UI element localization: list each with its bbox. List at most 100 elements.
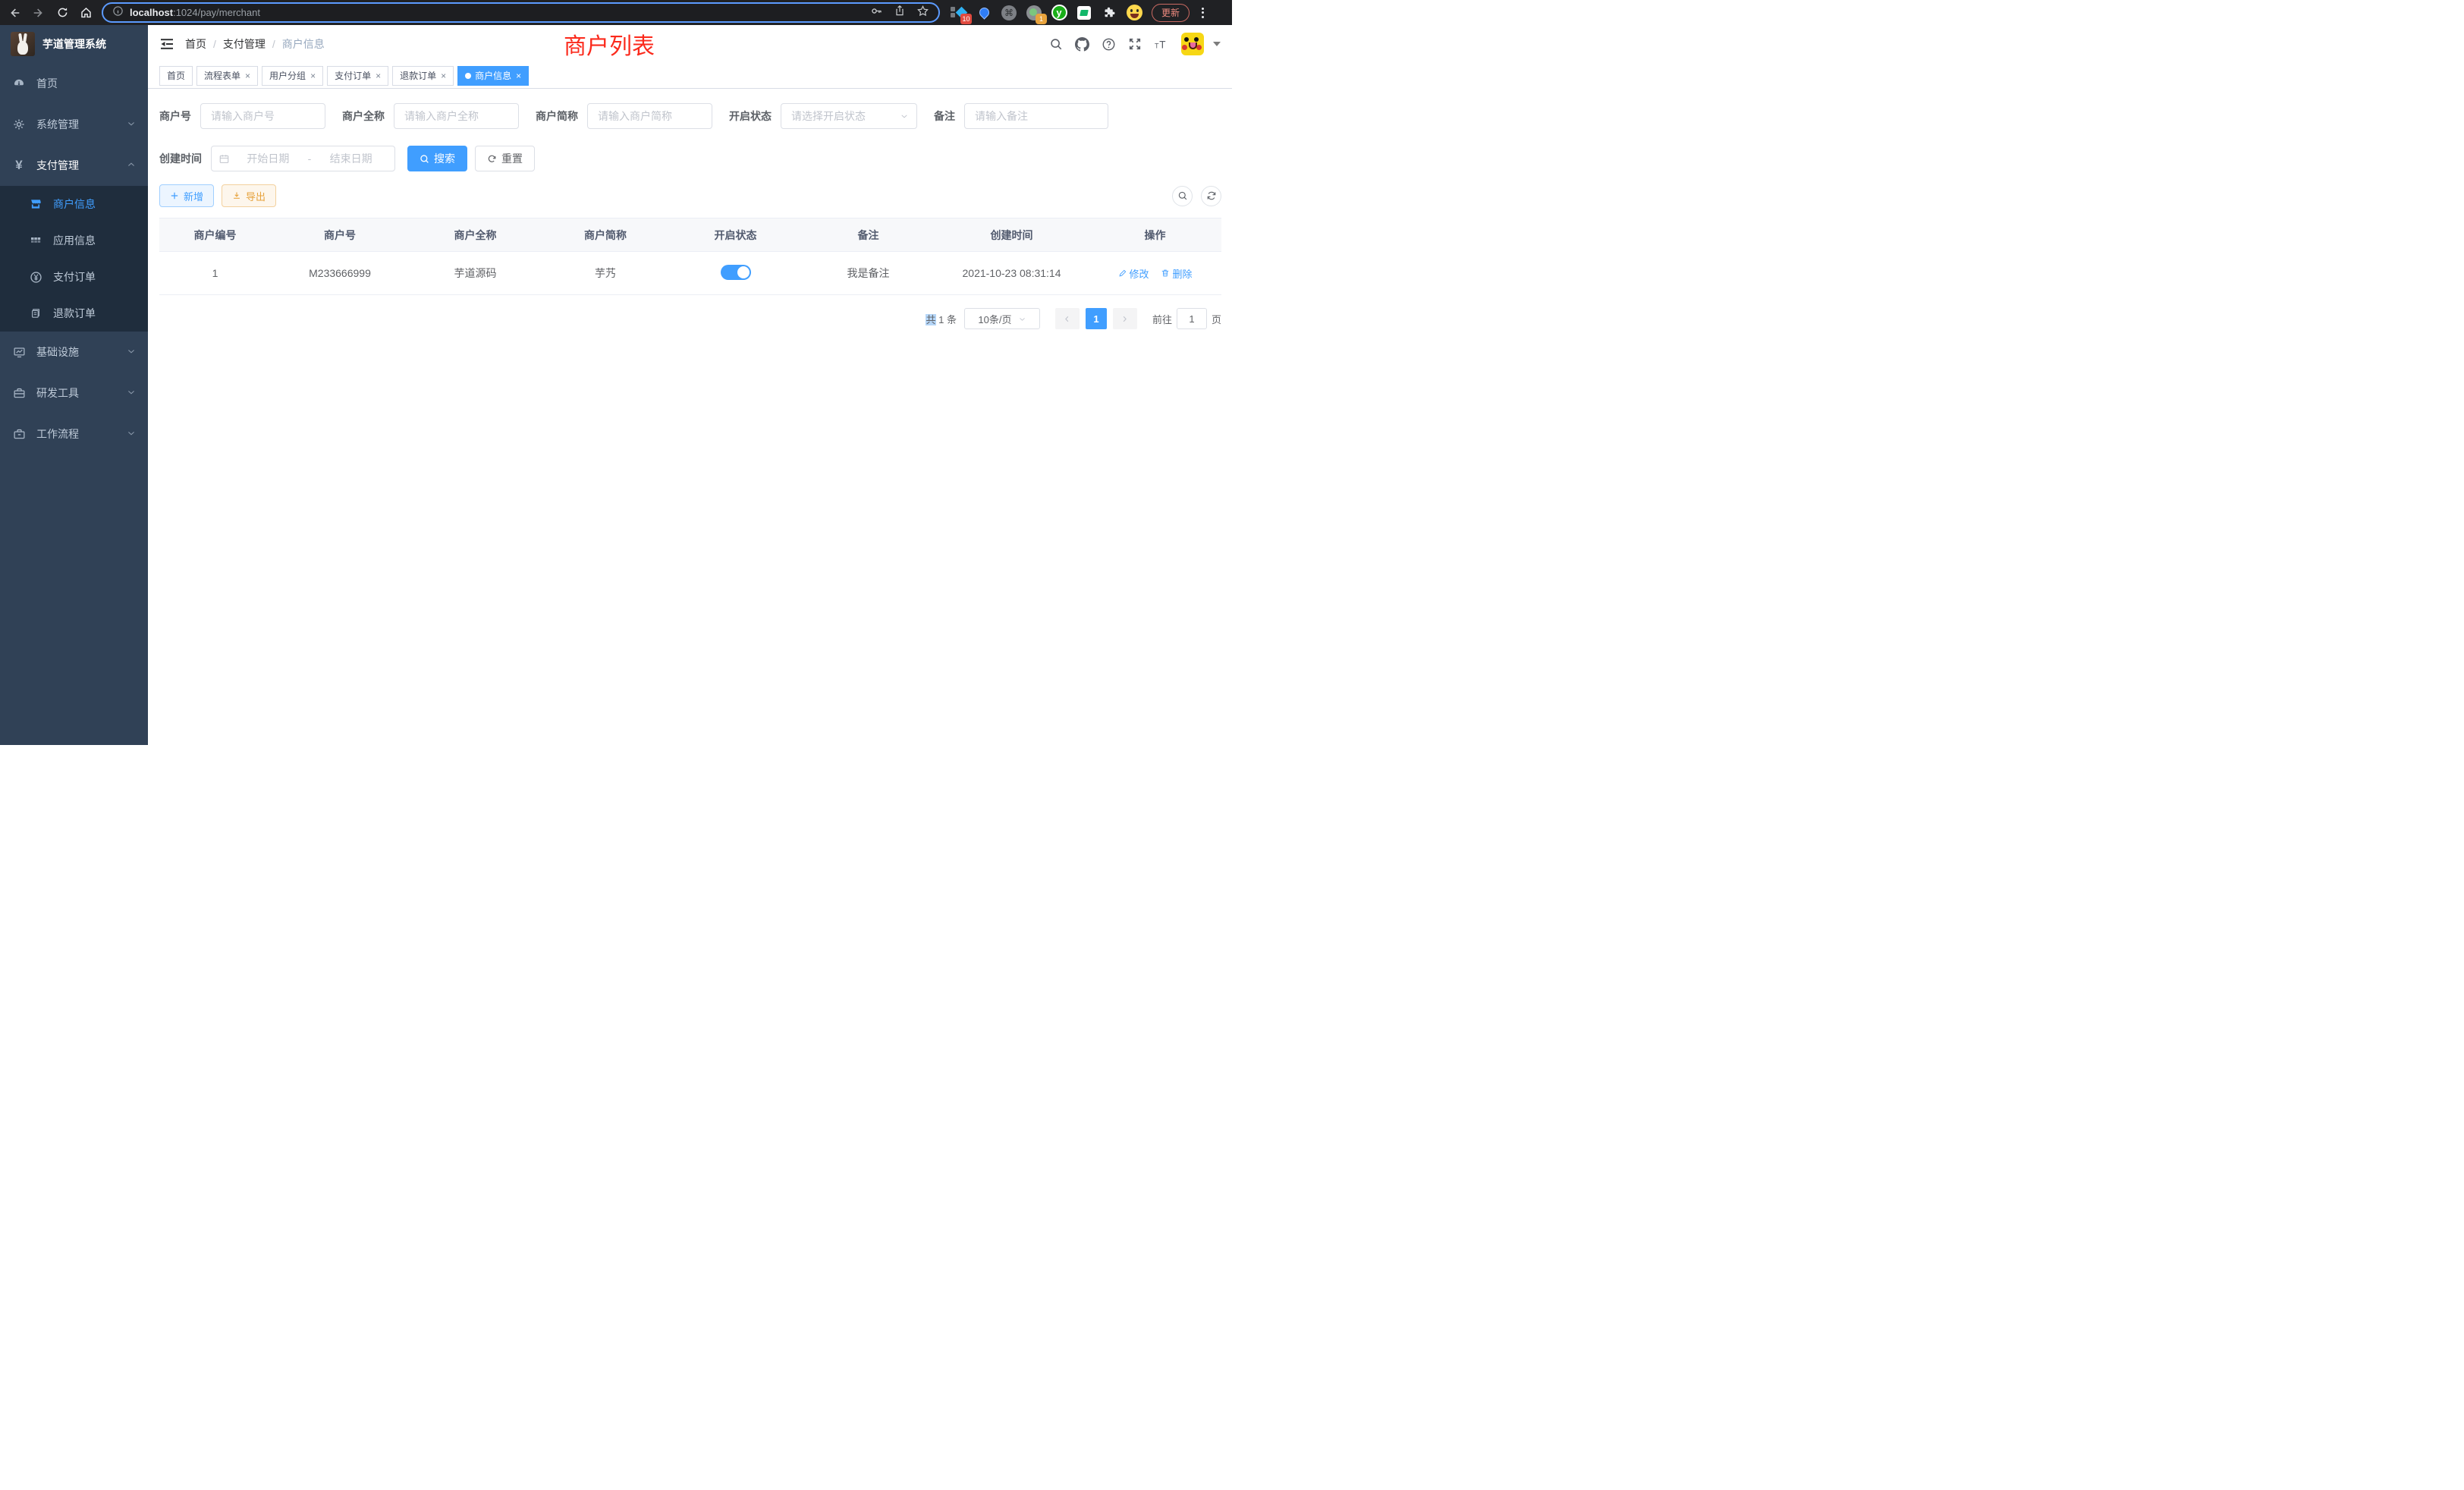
chevron-down-icon	[1018, 315, 1026, 323]
delete-link[interactable]: 删除	[1161, 266, 1192, 281]
filter-label: 商户全称	[342, 108, 394, 124]
password-key-icon[interactable]	[870, 5, 883, 21]
url-path: :1024/pay/merchant	[173, 7, 260, 18]
close-icon[interactable]: ×	[245, 71, 250, 81]
profile-avatar-icon[interactable]	[1126, 5, 1142, 21]
merchant-no-input[interactable]	[200, 103, 325, 129]
sidebar-item-merchant-info[interactable]: 商户信息	[0, 186, 148, 222]
annotation-overlay-title: 商户列表	[564, 27, 655, 61]
goto-page-input[interactable]	[1177, 308, 1207, 329]
full-name-input[interactable]	[394, 103, 519, 129]
export-button[interactable]: 导出	[222, 184, 276, 207]
close-icon[interactable]: ×	[516, 71, 521, 81]
trash-icon	[1161, 269, 1170, 278]
sidebar-item-pay-order[interactable]: 支付订单	[0, 259, 148, 295]
close-icon[interactable]: ×	[376, 71, 381, 81]
extension-command-icon[interactable]: ⌘	[1001, 5, 1017, 21]
chevron-down-icon	[127, 387, 136, 399]
status-select[interactable]: 请选择开启状态	[781, 103, 917, 129]
col-header: 商户简称	[542, 218, 669, 252]
create-time-range-picker[interactable]: 开始日期 - 结束日期	[211, 146, 395, 171]
extension-y-icon[interactable]: y	[1051, 5, 1067, 21]
close-icon[interactable]: ×	[310, 71, 316, 81]
col-header: 备注	[802, 218, 935, 252]
tab-home[interactable]: 首页	[159, 66, 193, 86]
header-search-icon[interactable]	[1049, 37, 1063, 51]
share-icon[interactable]	[894, 5, 906, 20]
breadcrumb-payment[interactable]: 支付管理	[223, 36, 266, 52]
font-size-icon[interactable]: TT	[1154, 37, 1169, 51]
search-button[interactable]: 搜索	[407, 146, 467, 171]
extension-recorder-icon[interactable]: 1	[1026, 5, 1042, 21]
browser-chrome: localhost:1024/pay/merchant 10 ⌘ 1 y 更新	[0, 0, 1232, 25]
edit-link[interactable]: 修改	[1118, 266, 1149, 281]
cell-full-name: 芋道源码	[409, 252, 542, 295]
sidebar-item-payment[interactable]: ¥ 支付管理	[0, 145, 148, 186]
extension-chat-icon[interactable]	[1076, 5, 1092, 21]
page-size-select[interactable]: 10条/页	[964, 308, 1040, 329]
gear-icon	[12, 118, 26, 130]
app-logo[interactable]: 芋道管理系统	[0, 25, 148, 63]
next-page-button[interactable]	[1113, 308, 1137, 329]
close-icon[interactable]: ×	[441, 71, 446, 81]
breadcrumb: 首页 / 支付管理 / 商户信息	[185, 36, 325, 52]
browser-back-icon[interactable]	[8, 6, 21, 20]
browser-reload-icon[interactable]	[56, 6, 69, 19]
breadcrumb-current: 商户信息	[282, 36, 325, 52]
sidebar-fold-icon[interactable]	[159, 36, 174, 52]
browser-forward-icon[interactable]	[32, 6, 46, 20]
sidebar-item-label: 首页	[36, 76, 58, 91]
filter-label: 开启状态	[729, 108, 781, 124]
pen-icon	[1118, 269, 1127, 278]
yen-icon: ¥	[12, 158, 26, 173]
cell-merchant-no: M233666999	[271, 252, 409, 295]
tab-user-group[interactable]: 用户分组×	[262, 66, 323, 86]
tab-process-form[interactable]: 流程表单×	[196, 66, 258, 86]
pagination: 共 1 条 10条/页 1 前往 页	[159, 308, 1221, 329]
extension-pin-icon[interactable]	[976, 5, 992, 21]
avatar-caret-icon[interactable]	[1213, 42, 1221, 46]
github-icon[interactable]	[1075, 37, 1089, 52]
sidebar-item-dev-tools[interactable]: 研发工具	[0, 372, 148, 413]
page-number-button[interactable]: 1	[1086, 308, 1107, 329]
sidebar-item-workflow[interactable]: 工作流程	[0, 413, 148, 454]
top-navbar: 首页 / 支付管理 / 商户信息 商户列表 TT	[148, 25, 1232, 63]
short-name-input[interactable]	[587, 103, 712, 129]
bookmark-star-icon[interactable]	[916, 5, 929, 21]
fullscreen-icon[interactable]	[1128, 37, 1142, 51]
address-bar[interactable]: localhost:1024/pay/merchant	[102, 2, 940, 23]
remark-input[interactable]	[964, 103, 1108, 129]
tab-pay-order[interactable]: 支付订单×	[327, 66, 388, 86]
chrome-update-button[interactable]: 更新	[1152, 4, 1190, 22]
add-button[interactable]: 新增	[159, 184, 214, 207]
browser-home-icon[interactable]	[80, 6, 93, 19]
help-icon[interactable]	[1102, 37, 1116, 52]
extensions-puzzle-icon[interactable]	[1101, 5, 1117, 21]
sidebar-item-system[interactable]: 系统管理	[0, 104, 148, 145]
toolbox-icon	[12, 387, 26, 400]
sidebar-item-app-info[interactable]: 应用信息	[0, 222, 148, 259]
user-avatar[interactable]	[1181, 33, 1204, 55]
table-row: 1 M233666999 芋道源码 芋艿 我是备注 2021-10-23 08:…	[159, 252, 1221, 295]
breadcrumb-home[interactable]: 首页	[185, 36, 206, 52]
site-info-icon[interactable]	[112, 5, 124, 20]
sidebar-item-refund-order[interactable]: 退款订单	[0, 295, 148, 332]
reset-button[interactable]: 重置	[475, 146, 535, 171]
chevron-down-icon	[900, 112, 909, 121]
chrome-menu-icon[interactable]	[1199, 5, 1207, 21]
extension-badge: 1	[1036, 14, 1047, 24]
prev-page-button[interactable]	[1055, 308, 1080, 329]
status-toggle[interactable]	[721, 265, 751, 280]
sidebar-item-label: 支付订单	[53, 269, 96, 284]
refresh-table-button[interactable]	[1201, 186, 1221, 206]
sidebar-item-home[interactable]: 首页	[0, 63, 148, 104]
calendar-icon	[218, 153, 230, 165]
end-date-placeholder: 结束日期	[314, 151, 388, 166]
tab-merchant-info[interactable]: 商户信息×	[457, 66, 529, 86]
briefcase-icon	[12, 428, 26, 441]
tab-refund-order[interactable]: 退款订单×	[392, 66, 454, 86]
sidebar-item-infra[interactable]: 基础设施	[0, 332, 148, 372]
show-search-toggle-button[interactable]	[1172, 186, 1193, 206]
extension-tabs-icon[interactable]: 10	[951, 5, 967, 21]
chevron-up-icon	[127, 159, 136, 171]
